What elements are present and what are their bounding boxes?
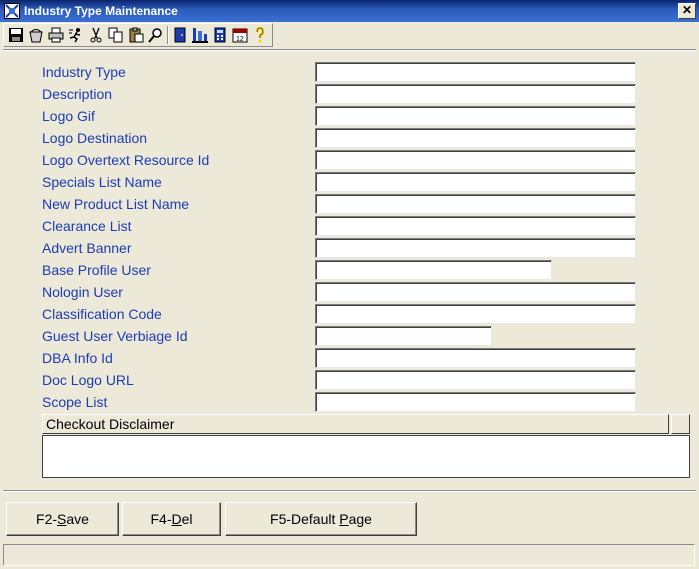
save-button-rest: ave — [66, 511, 89, 527]
base-profile-user-input[interactable] — [315, 260, 552, 280]
dba-info-id-label: DBA Info Id — [42, 350, 113, 366]
clearance-list-input[interactable] — [315, 216, 636, 236]
scope-list-input[interactable] — [315, 392, 636, 412]
toolbar-separator — [167, 26, 169, 44]
svg-text:12: 12 — [236, 36, 244, 43]
logo-destination-input[interactable] — [315, 128, 636, 148]
specials-list-name-label: Specials List Name — [42, 174, 162, 190]
calculator-icon[interactable] — [210, 25, 230, 45]
run-icon[interactable] — [66, 25, 86, 45]
specials-list-name-input[interactable] — [315, 172, 636, 192]
window-title: Industry Type Maintenance — [24, 4, 178, 18]
default-page-button[interactable]: F5-Default Page — [225, 502, 417, 536]
advert-banner-input[interactable] — [315, 238, 636, 258]
default-page-button-prefix: F5-Default — [270, 511, 340, 527]
new-product-list-name-label: New Product List Name — [42, 196, 190, 212]
advert-banner-label: Advert Banner — [42, 240, 132, 256]
copy-icon[interactable] — [106, 25, 126, 45]
default-page-button-rest: age — [348, 511, 372, 527]
bucket-icon[interactable] — [26, 25, 46, 45]
default-page-button-hotkey: P — [339, 511, 349, 527]
nologin-user-input[interactable] — [315, 282, 636, 302]
doc-logo-url-input[interactable] — [315, 370, 636, 390]
industry-type-label: Industry Type — [42, 64, 126, 80]
nologin-user-label: Nologin User — [42, 284, 123, 300]
logo-overtext-resource-id-label: Logo Overtext Resource Id — [42, 152, 210, 168]
logo-gif-input[interactable] — [315, 106, 636, 126]
grid-header-corner — [671, 414, 690, 434]
save-button-prefix: F2- — [36, 511, 58, 527]
print-icon[interactable] — [46, 25, 66, 45]
industry-type-input[interactable] — [315, 62, 636, 82]
description-label: Description — [42, 86, 113, 102]
classification-code-input[interactable] — [315, 304, 636, 324]
delete-button[interactable]: F4- Del — [122, 502, 221, 536]
status-bar — [3, 544, 695, 566]
toolbar-divider — [3, 49, 696, 51]
doc-logo-url-label: Doc Logo URL — [42, 372, 134, 388]
checkout-disclaimer-header[interactable]: Checkout Disclaimer — [42, 414, 669, 434]
checkout-disclaimer-grid[interactable] — [42, 435, 690, 478]
logo-overtext-resource-id-input[interactable] — [315, 150, 636, 170]
paste-icon[interactable] — [126, 25, 146, 45]
save-button-hotkey: S — [57, 511, 67, 527]
structure-icon[interactable] — [190, 25, 210, 45]
calendar-icon[interactable]: 12 — [230, 25, 250, 45]
classification-code-label: Classification Code — [42, 306, 162, 322]
close-button[interactable]: ✕ — [678, 3, 696, 19]
description-input[interactable] — [315, 84, 636, 104]
footer-divider — [3, 490, 696, 492]
door-exit-icon[interactable] — [170, 25, 190, 45]
app-icon — [4, 3, 20, 19]
save-button[interactable]: F2- Save — [6, 502, 119, 536]
logo-destination-label: Logo Destination — [42, 130, 148, 146]
logo-gif-label: Logo Gif — [42, 108, 95, 124]
guest-user-verbiage-id-label: Guest User Verbiage Id — [42, 328, 188, 344]
title-bar: Industry Type Maintenance ✕ — [0, 0, 699, 22]
delete-button-rest: el — [181, 511, 193, 527]
find-icon[interactable] — [146, 25, 166, 45]
new-product-list-name-input[interactable] — [315, 194, 636, 214]
toolbar: 12 — [3, 23, 273, 47]
scope-list-label: Scope List — [42, 394, 108, 410]
cut-icon[interactable] — [86, 25, 106, 45]
help-icon[interactable] — [250, 25, 270, 45]
clearance-list-label: Clearance List — [42, 218, 132, 234]
delete-button-hotkey: D — [171, 511, 182, 527]
guest-user-verbiage-id-input[interactable] — [315, 326, 492, 346]
save-icon[interactable] — [6, 25, 26, 45]
dba-info-id-input[interactable] — [315, 348, 636, 368]
base-profile-user-label: Base Profile User — [42, 262, 151, 278]
delete-button-prefix: F4- — [150, 511, 172, 527]
